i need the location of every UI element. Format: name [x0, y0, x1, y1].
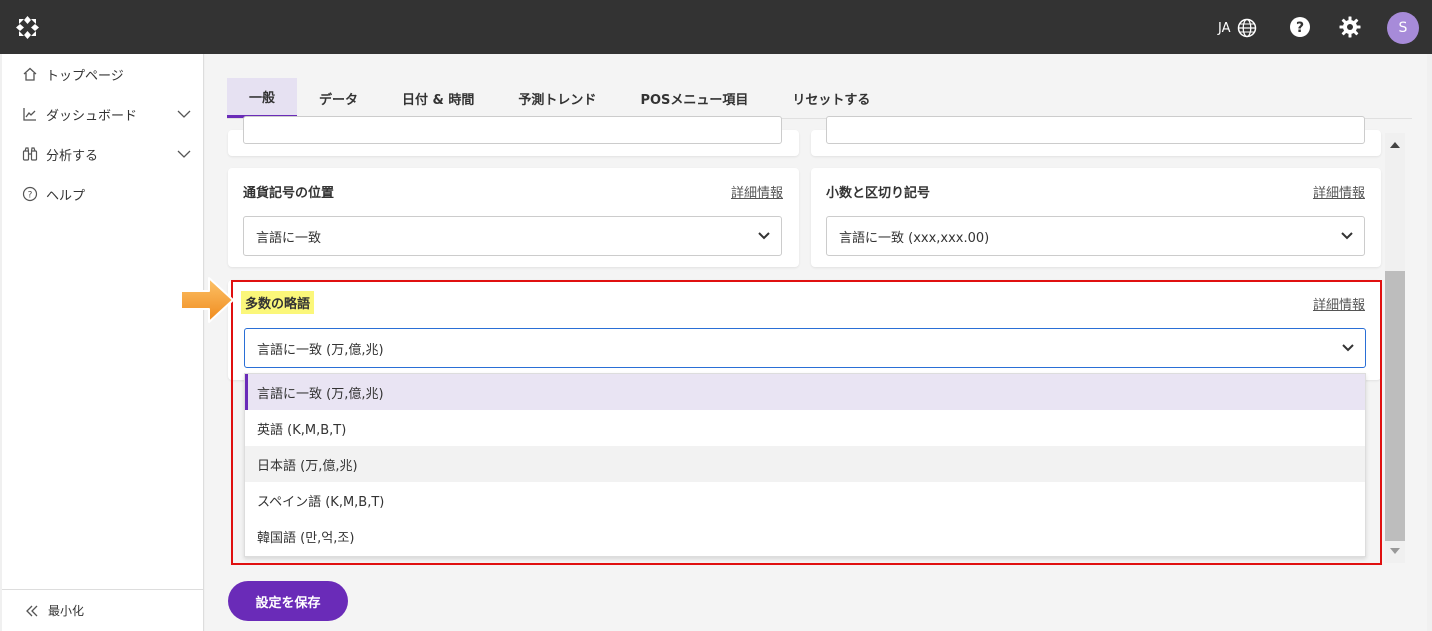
chevron-down-icon[interactable] [176, 107, 192, 121]
sidebar-item-label: ヘルプ [46, 188, 86, 204]
sidebar: トップページ ダッシュボード 分析する ? ヘルプ 最小化 [2, 54, 204, 631]
binoculars-icon [22, 147, 38, 161]
sidebar-item-label: 分析する [46, 148, 99, 164]
scroll-down-arrow-icon[interactable] [1390, 547, 1400, 555]
tab-forecast-trend[interactable]: 予測トレンド [496, 78, 618, 118]
select-value: 言語に一致 [256, 230, 322, 246]
sidebar-item-top-page[interactable]: トップページ [22, 63, 192, 85]
top-bar: JA ? S [0, 0, 1432, 54]
decimal-separator-card: 小数と区切り記号 詳細情報 言語に一致 (xxx,xxx.00) [811, 168, 1381, 267]
card-title: 小数と区切り記号 [826, 186, 931, 201]
sidebar-minimize-button[interactable]: 最小化 [2, 589, 204, 631]
chevron-down-icon[interactable] [176, 147, 192, 161]
details-link[interactable]: 詳細情報 [731, 182, 783, 201]
settings-tabs: 一般 データ 日付 & 時間 予測トレンド POSメニュー項目 リセットする [227, 78, 892, 118]
language-selector[interactable]: JA [1218, 18, 1257, 38]
scrollbar-thumb[interactable] [1385, 271, 1405, 541]
tab-date-time[interactable]: 日付 & 時間 [380, 78, 496, 118]
settings-card-partial-left [228, 116, 799, 156]
details-link[interactable]: 詳細情報 [1313, 182, 1365, 201]
currency-position-card: 通貨記号の位置 詳細情報 言語に一致 [228, 168, 799, 267]
currency-position-select[interactable]: 言語に一致 [243, 216, 782, 256]
app-logo-icon[interactable] [15, 15, 40, 40]
tab-general[interactable]: 一般 [227, 78, 298, 118]
card-title: 通貨記号の位置 [243, 186, 335, 201]
gear-icon[interactable] [1339, 16, 1361, 38]
scrollbar[interactable] [1385, 133, 1405, 563]
help-circle-icon: ? [22, 186, 38, 202]
save-settings-button[interactable]: 設定を保存 [228, 581, 348, 621]
chevron-down-icon [1341, 232, 1353, 240]
chart-line-icon [23, 108, 36, 121]
scroll-up-arrow-icon[interactable] [1390, 141, 1400, 149]
home-icon [23, 67, 37, 81]
svg-text:?: ? [1296, 20, 1304, 36]
user-avatar[interactable]: S [1387, 12, 1419, 44]
annotation-highlight-box [231, 280, 1382, 565]
sidebar-item-help[interactable]: ? ヘルプ [22, 183, 192, 205]
tab-reset[interactable]: リセットする [770, 78, 892, 118]
sidebar-item-dashboard[interactable]: ダッシュボード [22, 103, 192, 125]
select-value: 言語に一致 (xxx,xxx.00) [839, 230, 990, 246]
sidebar-item-label: トップページ [46, 68, 124, 84]
svg-text:?: ? [28, 191, 33, 201]
select-partial-right[interactable] [826, 116, 1365, 144]
sidebar-item-label: ダッシュボード [46, 108, 138, 124]
annotation-arrow-icon [180, 277, 234, 323]
chevron-down-icon [758, 232, 770, 240]
tab-data[interactable]: データ [297, 78, 380, 118]
tab-pos-menu-items[interactable]: POSメニュー項目 [618, 78, 770, 118]
sidebar-item-analyze[interactable]: 分析する [22, 143, 192, 165]
help-icon[interactable]: ? [1289, 16, 1311, 38]
language-label: JA [1218, 20, 1231, 36]
decimal-separator-select[interactable]: 言語に一致 (xxx,xxx.00) [826, 216, 1365, 256]
globe-icon [1237, 18, 1256, 38]
settings-card-partial-right [811, 116, 1381, 156]
double-chevron-left-icon [26, 605, 38, 616]
select-partial-left[interactable] [243, 116, 782, 144]
minimize-label: 最小化 [48, 604, 85, 618]
